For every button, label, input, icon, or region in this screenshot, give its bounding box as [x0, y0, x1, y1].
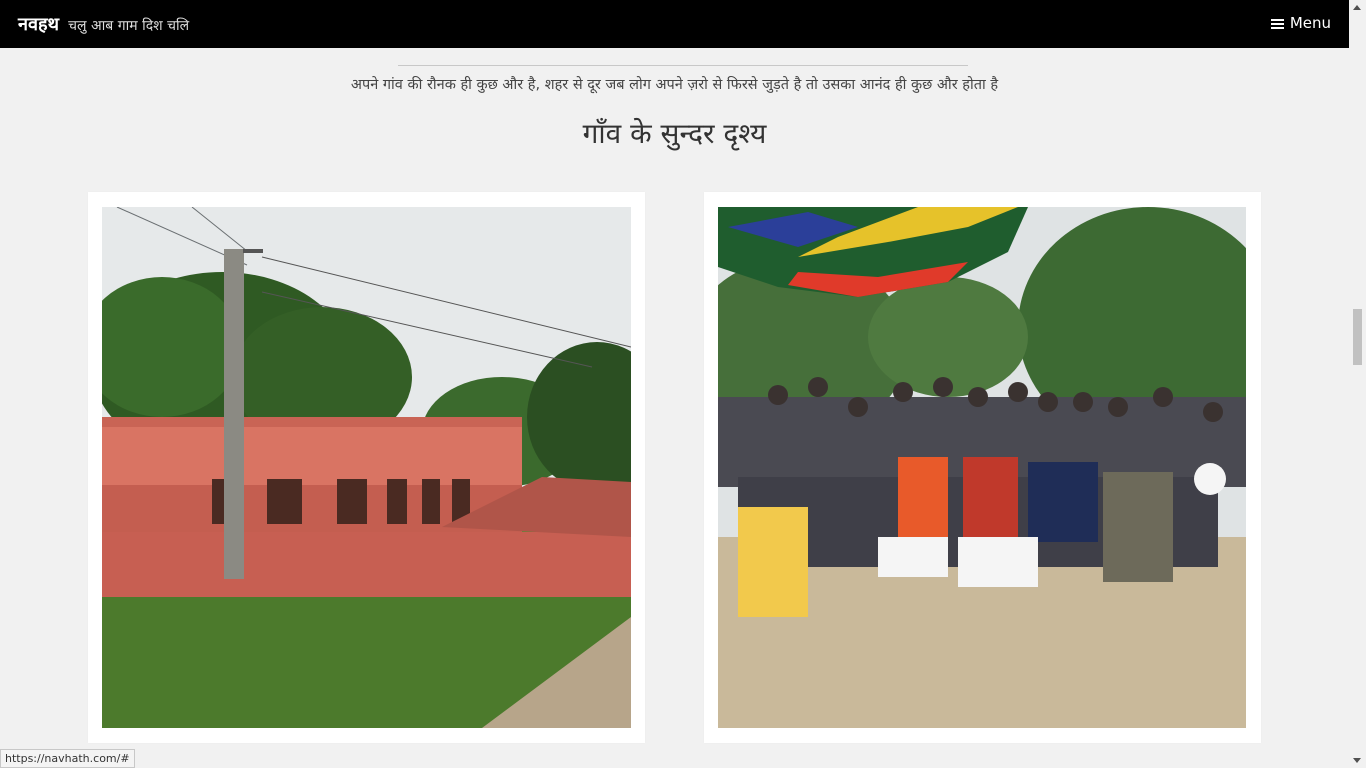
bars-icon [1270, 18, 1284, 29]
gallery-card[interactable] [88, 192, 645, 743]
gallery-photo-village-building[interactable] [102, 207, 631, 728]
scroll-up-icon[interactable] [1353, 5, 1361, 10]
menu-label: Menu [1289, 14, 1331, 32]
brand-tagline: चलु आब गाम दिश चलि [68, 18, 190, 34]
brand-name: नवहथ [18, 14, 60, 35]
scroll-thumb[interactable] [1353, 309, 1362, 365]
gallery-card[interactable] [704, 192, 1261, 743]
menu-button[interactable]: Menu [1270, 14, 1331, 32]
intro-text: अपने गांव की रौनक ही कुछ और है, शहर से द… [350, 77, 999, 93]
scrollbar[interactable] [1349, 0, 1366, 768]
status-bar-url: https://navhath.com/# [0, 749, 135, 768]
gallery-photo-villagers-group[interactable] [718, 207, 1246, 728]
section-title: गाँव के सुन्दर दृश्य [582, 117, 767, 150]
scroll-down-icon[interactable] [1353, 758, 1361, 763]
section-divider [398, 65, 968, 66]
top-navbar: नवहथ चलु आब गाम दिश चलि Menu [0, 0, 1349, 48]
brand-link[interactable]: नवहथ चलु आब गाम दिश चलि [18, 12, 189, 36]
